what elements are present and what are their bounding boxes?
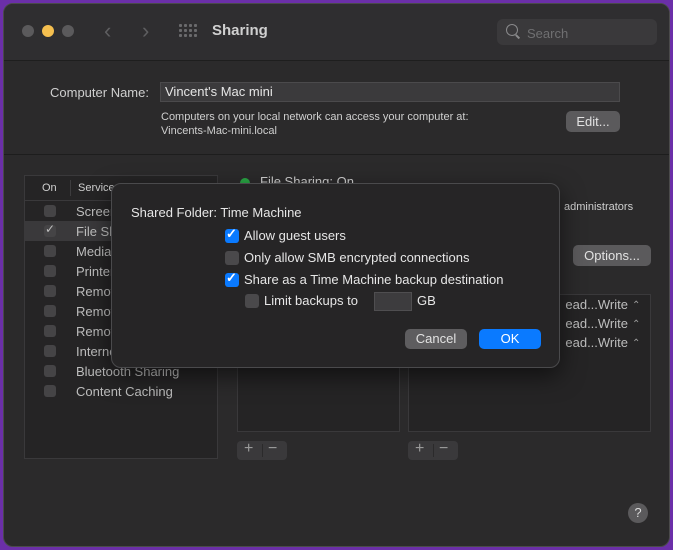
search-icon: [506, 24, 518, 36]
column-header-on[interactable]: On: [42, 182, 57, 194]
admin-access-text: administrators: [564, 201, 634, 213]
window-title: Sharing: [212, 22, 268, 39]
limit-backups-label: Limit backups to: [264, 293, 358, 308]
search-field[interactable]: [497, 19, 657, 45]
shared-folders-controls: + −: [237, 440, 287, 460]
close-window-button[interactable]: [22, 25, 34, 37]
column-separator: [70, 180, 71, 196]
title-bar: ‹ › Sharing: [4, 4, 669, 61]
popup-arrows-icon: ⌃: [632, 338, 641, 349]
permission-value: ead...Write: [565, 316, 628, 331]
option-label: Only allow SMB encrypted connections: [244, 250, 470, 265]
zoom-window-button[interactable]: [62, 25, 74, 37]
forward-arrow-icon[interactable]: ›: [142, 18, 149, 44]
search-input[interactable]: [525, 23, 649, 43]
cancel-button[interactable]: Cancel: [405, 329, 467, 349]
service-checkbox[interactable]: [44, 305, 56, 317]
allow-guest-users-checkbox[interactable]: [225, 226, 239, 243]
service-checkbox[interactable]: [44, 265, 56, 277]
service-checkbox[interactable]: [44, 325, 56, 337]
address-description: Computers on your local network can acce…: [161, 111, 469, 123]
service-checkbox[interactable]: [44, 222, 56, 237]
service-checkbox[interactable]: [44, 205, 56, 217]
shared-folder-dialog: Shared Folder: Time Machine Allow guest …: [111, 183, 560, 368]
limit-size-field[interactable]: [374, 292, 412, 311]
column-header-service[interactable]: Service: [78, 182, 115, 194]
add-folder-button[interactable]: +: [244, 440, 253, 458]
users-controls: + −: [408, 440, 458, 460]
limit-unit-label: GB: [417, 293, 436, 308]
limit-backups-option: Limit backups to GB: [245, 292, 545, 312]
permission-popup[interactable]: ead...Write ⌃: [565, 297, 642, 312]
service-checkbox[interactable]: [44, 245, 56, 257]
permission-popup[interactable]: ead...Write ⌃: [565, 316, 642, 331]
control-separator: [262, 444, 263, 457]
service-checkbox[interactable]: [44, 285, 56, 297]
popup-arrows-icon: ⌃: [632, 300, 641, 311]
edit-button[interactable]: Edit...: [566, 111, 620, 132]
divider: [4, 154, 669, 155]
remove-user-button[interactable]: −: [439, 440, 448, 458]
computer-name-field[interactable]: Vincent's Mac mini: [160, 82, 620, 102]
minimize-window-button[interactable]: [42, 25, 54, 37]
smb-encrypted-checkbox[interactable]: [225, 251, 239, 265]
add-user-button[interactable]: +: [415, 440, 424, 458]
option-label: Allow guest users: [244, 228, 346, 243]
popup-arrows-icon: ⌃: [632, 319, 641, 330]
permission-value: ead...Write: [565, 297, 628, 312]
service-checkbox[interactable]: [44, 385, 56, 397]
control-separator: [433, 444, 434, 457]
options-button[interactable]: Options...: [573, 245, 651, 266]
option-label: Share as a Time Machine backup destinati…: [244, 272, 504, 287]
back-arrow-icon[interactable]: ‹: [104, 18, 111, 44]
address-hostname: Vincents-Mac-mini.local: [161, 125, 277, 137]
remove-folder-button[interactable]: −: [268, 440, 277, 458]
help-button[interactable]: ?: [628, 503, 648, 523]
permission-value: ead...Write: [565, 335, 628, 350]
limit-backups-checkbox[interactable]: [245, 294, 259, 308]
permission-popup[interactable]: ead...Write ⌃: [565, 335, 642, 350]
service-label: Content Caching: [76, 384, 173, 399]
dialog-title: Shared Folder: Time Machine: [131, 205, 302, 220]
computer-name-label: Computer Name:: [50, 85, 149, 100]
show-all-grid-icon[interactable]: [179, 24, 197, 38]
service-checkbox[interactable]: [44, 345, 56, 357]
service-checkbox[interactable]: [44, 365, 56, 377]
time-machine-checkbox[interactable]: [225, 270, 239, 287]
computer-address-text: Computers on your local network can acce…: [161, 110, 469, 138]
ok-button[interactable]: OK: [479, 329, 541, 349]
service-row-content-caching[interactable]: Content Caching: [25, 381, 217, 401]
